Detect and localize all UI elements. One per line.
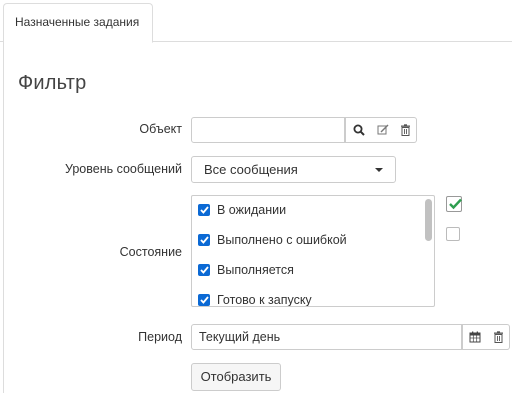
- panel-border: [3, 42, 4, 393]
- object-input[interactable]: [191, 117, 345, 143]
- list-item[interactable]: Выполнено с ошибкой: [198, 233, 347, 247]
- clear-all-checkbox[interactable]: [446, 227, 460, 241]
- period-label: Период: [138, 330, 182, 344]
- edit-icon[interactable]: [372, 118, 394, 142]
- message-level-label: Уровень сообщений: [64, 162, 182, 176]
- message-level-value: Все сообщения: [204, 162, 298, 177]
- scrollbar[interactable]: [425, 199, 432, 241]
- caret-down-icon: [375, 168, 383, 172]
- checkbox-checked[interactable]: [198, 294, 210, 306]
- period-actions: [462, 324, 510, 350]
- search-icon[interactable]: [345, 118, 372, 142]
- message-level-select[interactable]: Все сообщения: [191, 156, 396, 183]
- list-item[interactable]: Готово к запуску: [198, 293, 312, 307]
- object-actions: [345, 117, 417, 143]
- option-label: Выполняется: [217, 263, 294, 277]
- select-all-checkbox[interactable]: [446, 196, 462, 212]
- list-item[interactable]: В ожидании: [198, 203, 286, 217]
- state-listbox[interactable]: В ожидании Выполнено с ошибкой Выполняет…: [191, 195, 435, 307]
- state-label: Состояние: [119, 245, 182, 259]
- object-label: Объект: [139, 122, 182, 136]
- checkbox-checked[interactable]: [198, 234, 210, 246]
- option-label: Выполнено с ошибкой: [217, 233, 347, 247]
- option-label: В ожидании: [217, 203, 287, 217]
- checkbox-checked[interactable]: [198, 264, 210, 276]
- calendar-icon[interactable]: [462, 325, 487, 349]
- tab-bar: Назначенные задания: [0, 0, 512, 43]
- period-input[interactable]: Текущий день: [191, 324, 462, 350]
- tab-assigned-tasks[interactable]: Назначенные задания: [3, 3, 153, 43]
- checkbox-checked[interactable]: [198, 204, 210, 216]
- option-label: Готово к запуску: [217, 293, 312, 307]
- trash-icon[interactable]: [487, 325, 509, 349]
- show-button[interactable]: Отобразить: [191, 363, 281, 391]
- trash-icon[interactable]: [394, 118, 416, 142]
- list-item[interactable]: Выполняется: [198, 263, 294, 277]
- filter-title: Фильтр: [18, 72, 87, 94]
